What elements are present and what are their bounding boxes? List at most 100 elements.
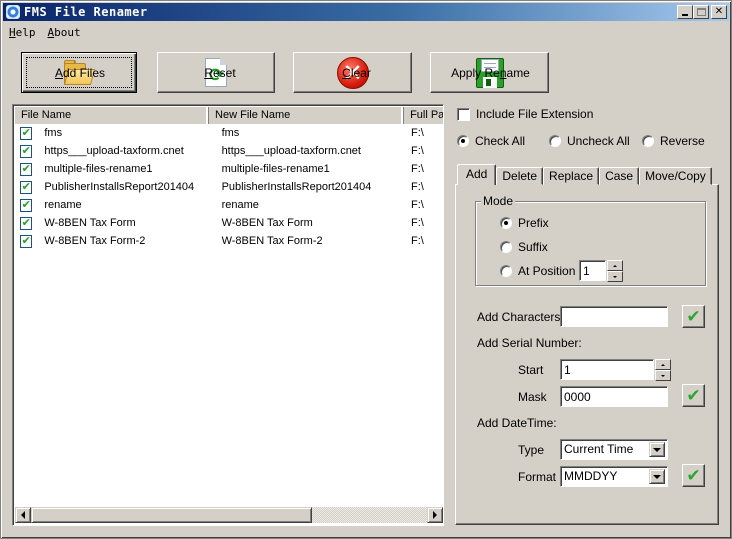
title-bar[interactable]: FMS File Renamer ✕: [3, 3, 729, 21]
file-row[interactable]: ✔ rename rename F:\: [15, 196, 443, 214]
file-list[interactable]: File Name New File Name Full Path ✔ fms fm…: [12, 104, 444, 526]
app-icon: [6, 5, 20, 19]
column-file-name[interactable]: File Name: [15, 107, 210, 124]
apply-rename-button[interactable]: Apply Rename: [430, 52, 549, 93]
tab-replace[interactable]: Replace: [543, 167, 600, 185]
file-row[interactable]: ✔ fms fms F:\: [15, 124, 443, 142]
new-file-name-cell: W-8BEN Tax Form: [221, 217, 313, 229]
checkmark-icon: ✔: [21, 216, 31, 229]
serial-start-spin: [655, 359, 671, 381]
serial-mask-input[interactable]: [560, 386, 668, 407]
radio-button[interactable]: [642, 135, 654, 147]
radio-button[interactable]: [457, 135, 469, 147]
position-stepper: [579, 260, 623, 282]
file-row[interactable]: ✔ multiple-files-rename1 multiple-files-re…: [15, 160, 443, 178]
mode-at-position-radio[interactable]: At Position: [500, 264, 575, 278]
row-checkbox[interactable]: ✔: [20, 216, 33, 230]
radio-check-all[interactable]: Check All: [457, 134, 525, 148]
add-characters-label: Add Characters:: [477, 310, 564, 324]
apply-serial-button[interactable]: ✔: [682, 384, 705, 407]
row-checkbox[interactable]: ✔: [20, 180, 33, 194]
mode-prefix-radio[interactable]: Prefix: [500, 216, 549, 230]
file-name-cell: W-8BEN Tax Form: [44, 217, 136, 229]
radio-button[interactable]: [500, 241, 512, 253]
file-row[interactable]: ✔ W-8BEN Tax Form-2 W-8BEN Tax Form-2 F:\: [15, 232, 443, 250]
row-checkbox[interactable]: ✔: [20, 198, 33, 212]
tab-move-copy[interactable]: Move/Copy: [639, 167, 712, 185]
scroll-thumb[interactable]: [31, 507, 312, 523]
checkmark-icon: ✔: [686, 465, 701, 485]
column-new-file-name[interactable]: New File Name: [209, 107, 405, 124]
checkmark-icon: ✔: [21, 198, 31, 211]
checkmark-icon: ✔: [21, 180, 31, 193]
position-up-button[interactable]: [607, 260, 623, 271]
file-name-cell: PublisherInstallsReport201404: [44, 181, 195, 193]
tab-case[interactable]: Case: [599, 167, 640, 185]
chevron-down-icon: [653, 447, 661, 452]
arrow-up-icon: [661, 363, 665, 366]
file-row[interactable]: ✔ https___upload-taxform.cnet https___uplo…: [15, 142, 443, 160]
minimize-button[interactable]: [677, 5, 693, 19]
column-full-path[interactable]: Full Path: [404, 107, 443, 124]
full-path-cell: F:\: [411, 235, 424, 247]
apply-characters-button[interactable]: ✔: [682, 305, 705, 328]
checkbox-box[interactable]: [457, 107, 470, 121]
scroll-right-button[interactable]: [427, 507, 443, 523]
file-row[interactable]: ✔ PublisherInstallsReport201404 PublisherI…: [15, 178, 443, 196]
checkmark-icon: ✔: [686, 306, 701, 326]
tab-delete[interactable]: Delete: [496, 167, 544, 185]
menu-help[interactable]: Help: [3, 26, 42, 39]
file-name-cell: fms: [44, 127, 63, 139]
position-down-button[interactable]: [607, 271, 623, 282]
dropdown-button[interactable]: [649, 469, 665, 484]
serial-start-down-button[interactable]: [655, 370, 671, 381]
horizontal-scrollbar[interactable]: [15, 507, 443, 523]
radio-button[interactable]: [549, 135, 561, 147]
radio-reverse[interactable]: Reverse: [642, 134, 705, 148]
full-path-cell: F:\: [411, 127, 424, 139]
radio-button[interactable]: [500, 265, 512, 277]
dropdown-button[interactable]: [649, 442, 665, 457]
datetime-type-value: Current Time: [564, 442, 634, 456]
serial-start-input[interactable]: [560, 359, 654, 380]
datetime-format-select[interactable]: MMDDYY: [560, 466, 668, 487]
new-file-name-cell: rename: [221, 199, 259, 211]
close-icon: ✕: [714, 6, 724, 17]
include-extension-checkbox[interactable]: Include File Extension: [457, 107, 593, 121]
arrow-right-icon: [433, 511, 437, 519]
datetime-type-select[interactable]: Current Time: [560, 439, 668, 460]
clear-button[interactable]: ✕ Clear: [293, 52, 412, 93]
file-name-cell: multiple-files-rename1: [44, 163, 153, 175]
file-name-cell: rename: [44, 199, 82, 211]
minimize-icon: [682, 14, 688, 16]
maximize-icon: [696, 8, 706, 16]
position-input[interactable]: [579, 260, 606, 281]
serial-start-up-button[interactable]: [655, 359, 671, 370]
radio-uncheck-all[interactable]: Uncheck All: [549, 134, 630, 148]
full-path-cell: F:\: [411, 199, 424, 211]
datetime-type-label: Type: [518, 443, 545, 457]
reset-button[interactable]: ⟳ Reset: [157, 52, 275, 93]
mode-suffix-radio[interactable]: Suffix: [500, 240, 548, 254]
row-checkbox[interactable]: ✔: [20, 126, 33, 140]
row-checkbox[interactable]: ✔: [20, 144, 33, 158]
arrow-left-icon: [21, 511, 25, 519]
position-spin: [607, 260, 623, 282]
menu-about[interactable]: About: [42, 26, 87, 39]
datetime-format-label: Format: [518, 470, 557, 484]
menu-bar: Help About: [3, 23, 87, 41]
close-button[interactable]: ✕: [711, 5, 727, 19]
row-checkbox[interactable]: ✔: [20, 234, 33, 248]
row-checkbox[interactable]: ✔: [20, 162, 33, 176]
maximize-button[interactable]: [693, 5, 709, 19]
apply-datetime-button[interactable]: ✔: [682, 464, 705, 487]
tab-add[interactable]: Add: [457, 164, 497, 185]
add-characters-input[interactable]: [560, 306, 668, 327]
list-rows: ✔ fms fms F:\ ✔ https___upload-taxform.cnet ht…: [15, 124, 443, 250]
full-path-cell: F:\: [411, 181, 424, 193]
file-name-cell: W-8BEN Tax Form-2: [44, 235, 146, 247]
add-files-button[interactable]: Add Files: [21, 52, 137, 93]
file-row[interactable]: ✔ W-8BEN Tax Form W-8BEN Tax Form F:\: [15, 214, 443, 232]
scroll-left-button[interactable]: [15, 507, 31, 523]
radio-button[interactable]: [500, 217, 512, 229]
